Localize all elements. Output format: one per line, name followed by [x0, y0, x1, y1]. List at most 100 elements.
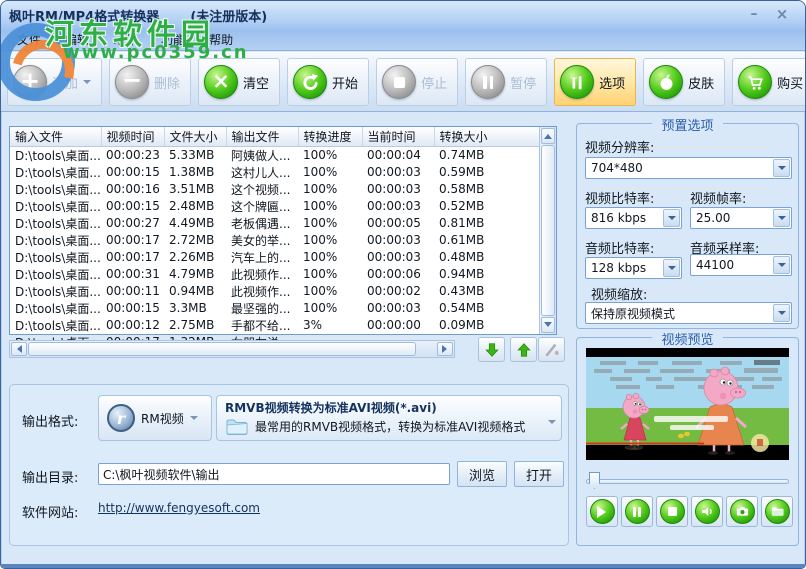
- snapshot-button[interactable]: [726, 496, 758, 527]
- table-row[interactable]: D:\tools\桌面...00:00:235.33MB阿姨做人...100%0…: [10, 146, 540, 164]
- close-button[interactable]: ×: [771, 5, 793, 23]
- move-up-button[interactable]: [510, 337, 537, 362]
- start-button[interactable]: 开始: [287, 58, 369, 106]
- column-header[interactable]: 文件大小: [164, 127, 226, 146]
- table-row[interactable]: D:\tools\桌面...00:00:274.49MB老板偶遇...100%0…: [10, 215, 540, 232]
- column-header[interactable]: 视频时间: [101, 127, 164, 146]
- table-cell: D:\tools\桌面...: [10, 146, 101, 164]
- open-button[interactable]: 打开: [514, 461, 564, 487]
- menu-function[interactable]: 功能: [149, 29, 197, 50]
- framerate-value: 25.00: [696, 211, 730, 225]
- table-cell: 00:00:15: [101, 164, 164, 181]
- menu-file[interactable]: 文件: [5, 29, 53, 50]
- scroll-right-icon[interactable]: [437, 342, 453, 356]
- table-cell: 3%: [298, 317, 362, 334]
- menu-action[interactable]: 动作: [101, 29, 149, 50]
- output-dir-label: 输出目录:: [22, 467, 78, 486]
- menu-help[interactable]: 帮助: [197, 29, 245, 50]
- seek-thumb[interactable]: [589, 472, 600, 489]
- horizontal-scrollbar[interactable]: [9, 340, 455, 358]
- output-dir-input[interactable]: [98, 463, 450, 485]
- table-row[interactable]: D:\tools\桌面...00:00:172.26MB汽车上的...100%0…: [10, 249, 540, 266]
- audio-bitrate-value: 128 kbps: [591, 261, 646, 275]
- column-header[interactable]: 输出文件: [226, 127, 298, 146]
- folder-icon: [225, 417, 249, 436]
- open-folder-button[interactable]: [761, 496, 793, 527]
- menu-edit[interactable]: 编辑: [53, 29, 101, 50]
- video-bitrate-select[interactable]: 816 kbps: [585, 207, 682, 229]
- format-select-button[interactable]: r RM视频: [98, 395, 212, 441]
- table-cell: 0.54MB: [434, 300, 540, 317]
- table-row[interactable]: D:\tools\桌面...00:00:172.72MB美女的举...100%0…: [10, 232, 540, 249]
- skin-button[interactable]: 皮肤: [643, 58, 725, 106]
- mute-button[interactable]: [691, 496, 723, 527]
- browse-button[interactable]: 浏览: [457, 461, 507, 487]
- table-cell: 00:00:05: [362, 215, 434, 232]
- resolution-select[interactable]: 704*480: [585, 157, 792, 179]
- table-row[interactable]: D:\tools\桌面...00:00:152.48MB这个牌匾...100%0…: [10, 198, 540, 215]
- format-profile-dropdown[interactable]: RMVB视频转换为标准AVI视频(*.avi) 最常用的RMVB视频格式，转换为…: [216, 395, 562, 441]
- clear-button[interactable]: × 清空: [198, 58, 280, 106]
- table-cell: 00:00:03: [362, 249, 434, 266]
- table-cell: 00:00:00: [362, 317, 434, 334]
- table-cell: 100%: [298, 300, 362, 317]
- column-header[interactable]: 转换大小: [434, 127, 540, 146]
- scroll-left-icon[interactable]: [11, 342, 27, 356]
- file-list-panel: 输入文件视频时间文件大小输出文件转换进度当前时间转换大小 D:\tools\桌面…: [9, 126, 557, 335]
- buy-button[interactable]: 购买: [732, 58, 806, 106]
- options-button[interactable]: 选项: [554, 58, 636, 106]
- scroll-down-icon[interactable]: [541, 317, 555, 333]
- app-window: 枫叶RM/MP4格式转换器 (未注册版本) – × 文件 编辑 动作 功能 帮助…: [0, 0, 806, 569]
- seek-slider[interactable]: [586, 472, 789, 490]
- table-header-row: 输入文件视频时间文件大小输出文件转换进度当前时间转换大小: [10, 127, 540, 146]
- tools-icon: [560, 65, 594, 99]
- column-header[interactable]: 当前时间: [362, 127, 434, 146]
- play-button[interactable]: [586, 496, 618, 527]
- add-button[interactable]: + 添加: [7, 58, 102, 106]
- start-arrow-icon: [293, 65, 327, 99]
- video-scale-select[interactable]: 保持原视频模式: [585, 302, 792, 324]
- samplerate-select[interactable]: 44100: [690, 254, 792, 276]
- table-cell: 2.75MB: [164, 317, 226, 334]
- table-cell: D:\tools\桌面...: [10, 317, 101, 334]
- table-cell: 00:00:15: [101, 300, 164, 317]
- table-cell: 00:00:31: [101, 266, 164, 283]
- table-row[interactable]: D:\tools\桌面...00:00:110.94MB此视频作...100%0…: [10, 283, 540, 300]
- table-row[interactable]: D:\tools\桌面...00:00:163.51MB这个视频...100%0…: [10, 181, 540, 198]
- green-down-arrow-icon: [483, 341, 501, 359]
- column-header[interactable]: 输入文件: [10, 127, 101, 146]
- pause-icon: [471, 65, 505, 99]
- play-icon: [590, 499, 615, 524]
- table-cell: 00:00:03: [362, 300, 434, 317]
- video-frame-cartoon: [586, 348, 789, 460]
- table-cell: D:\tools\桌面...: [10, 215, 101, 232]
- video-bitrate-label: 视频比特率:: [585, 188, 654, 207]
- stop-button[interactable]: 停止: [376, 58, 458, 106]
- delete-button[interactable]: − 删除: [109, 58, 191, 106]
- pause-preview-button[interactable]: [621, 496, 653, 527]
- green-up-arrow-icon: [515, 341, 533, 359]
- table-row[interactable]: D:\tools\桌面...00:00:314.79MB此视频作...100%0…: [10, 266, 540, 283]
- vertical-scroll-thumb[interactable]: [541, 145, 555, 316]
- table-cell: 0.48MB: [434, 249, 540, 266]
- audio-bitrate-select[interactable]: 128 kbps: [585, 257, 682, 279]
- horizontal-scroll-thumb[interactable]: [28, 342, 416, 356]
- table-row[interactable]: D:\tools\桌面...00:00:153.3MB最坚强的...100%00…: [10, 300, 540, 317]
- edit-button[interactable]: [538, 337, 565, 362]
- file-table: 输入文件视频时间文件大小输出文件转换进度当前时间转换大小 D:\tools\桌面…: [10, 127, 541, 351]
- website-link[interactable]: http://www.fengyesoft.com: [98, 501, 260, 515]
- seek-track[interactable]: [586, 479, 789, 484]
- chevron-down-icon: [663, 259, 680, 277]
- vertical-scrollbar[interactable]: [539, 127, 556, 334]
- column-header[interactable]: 转换进度: [298, 127, 362, 146]
- move-down-button[interactable]: [478, 337, 505, 362]
- scroll-up-icon[interactable]: [541, 128, 555, 144]
- framerate-select[interactable]: 25.00: [690, 207, 792, 229]
- table-row[interactable]: D:\tools\桌面...00:00:151.38MB这村儿人...100%0…: [10, 164, 540, 181]
- table-row[interactable]: D:\tools\桌面...00:00:122.75MB手都不给...3%00:…: [10, 317, 540, 334]
- website-label: 软件网站:: [22, 502, 78, 521]
- pause-button[interactable]: 暂停: [465, 58, 547, 106]
- table-cell: 00:00:03: [362, 198, 434, 215]
- minimize-button[interactable]: –: [743, 5, 765, 23]
- stop-preview-button[interactable]: [656, 496, 688, 527]
